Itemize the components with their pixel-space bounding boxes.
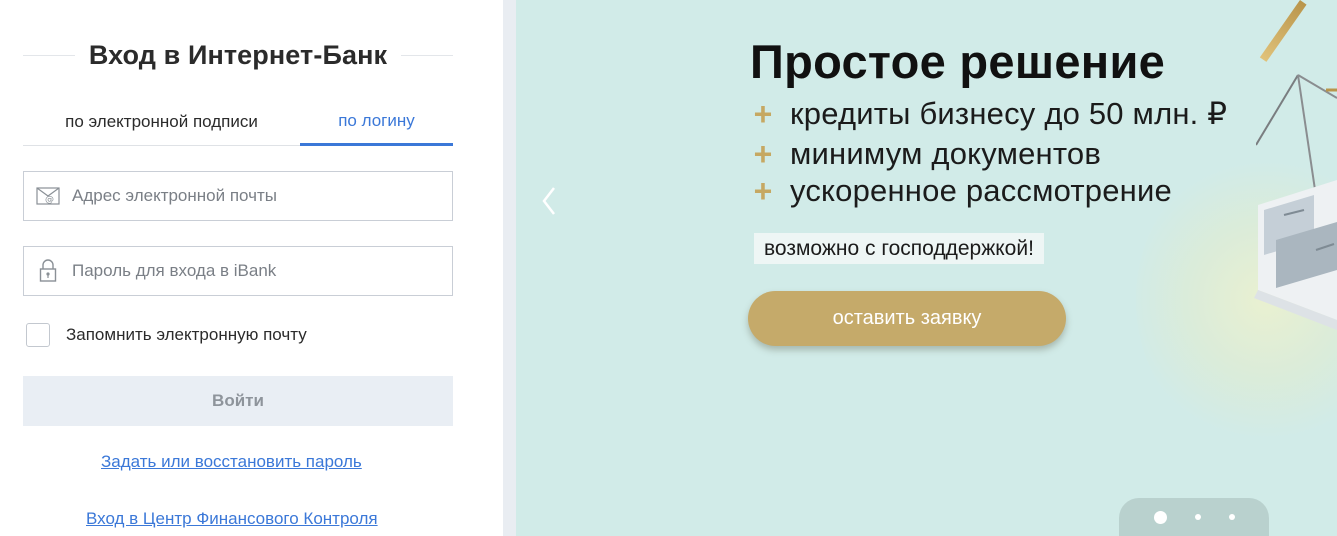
apply-button[interactable]: оставить заявку (748, 291, 1066, 346)
title-divider-right (401, 54, 453, 56)
plus-icon: + (753, 173, 773, 209)
slide-dot-2[interactable] (1194, 514, 1201, 520)
pen-illustration (1259, 0, 1307, 62)
remember-email[interactable]: Запомнить электронную почту (26, 323, 307, 347)
bullet-text: ускоренное рассмотрение (790, 173, 1172, 208)
restore-password-link[interactable]: Задать или восстановить пароль (101, 452, 362, 472)
slide-dot-1[interactable] (1153, 510, 1167, 524)
login-panel: Вход в Интернет-Банк по электронной подп… (0, 0, 503, 536)
title-divider-left (23, 54, 75, 56)
remember-checkbox[interactable] (26, 323, 50, 347)
banner-bullet: + минимум документов (752, 136, 1101, 172)
lock-icon (24, 247, 72, 295)
financial-control-link[interactable]: Вход в Центр Финансового Контроля (86, 509, 378, 529)
plus-icon: + (753, 96, 773, 132)
banner-bullet: + ускоренное рассмотрение (752, 173, 1172, 209)
page-title: Вход в Интернет-Банк (88, 39, 388, 70)
email-field: @ (23, 171, 453, 221)
state-support-note: возможно с господдержкой! (754, 233, 1044, 264)
login-button[interactable]: Войти (23, 376, 453, 426)
remember-label: Запомнить электронную почту (66, 325, 307, 344)
chevron-left-icon[interactable] (536, 184, 564, 218)
banner-title: Простое решение (750, 35, 1166, 88)
svg-text:@: @ (45, 195, 54, 205)
password-input[interactable] (72, 248, 452, 294)
promo-banner: Простое решение + кредиты бизнесу до 50 … (516, 0, 1337, 536)
email-icon: @ (24, 172, 72, 220)
slide-dot-3[interactable] (1228, 514, 1235, 520)
tab-digital-signature[interactable]: по электронной подписи (23, 98, 300, 146)
tab-login[interactable]: по логину (300, 98, 453, 146)
slider-pagination (1119, 498, 1269, 536)
terminal-illustration (1254, 180, 1337, 330)
banner-bullet: + кредиты бизнесу до 50 млн. ₽ (752, 96, 1227, 132)
login-tabs: по электронной подписи по логину (23, 98, 453, 146)
email-input[interactable] (72, 173, 452, 219)
panel-divider (503, 0, 516, 536)
login-header: Вход в Интернет-Банк (23, 34, 453, 76)
plus-icon: + (753, 136, 773, 172)
password-field (23, 246, 453, 296)
bullet-text: кредиты бизнесу до 50 млн. ₽ (790, 96, 1228, 131)
bullet-text: минимум документов (790, 136, 1102, 171)
